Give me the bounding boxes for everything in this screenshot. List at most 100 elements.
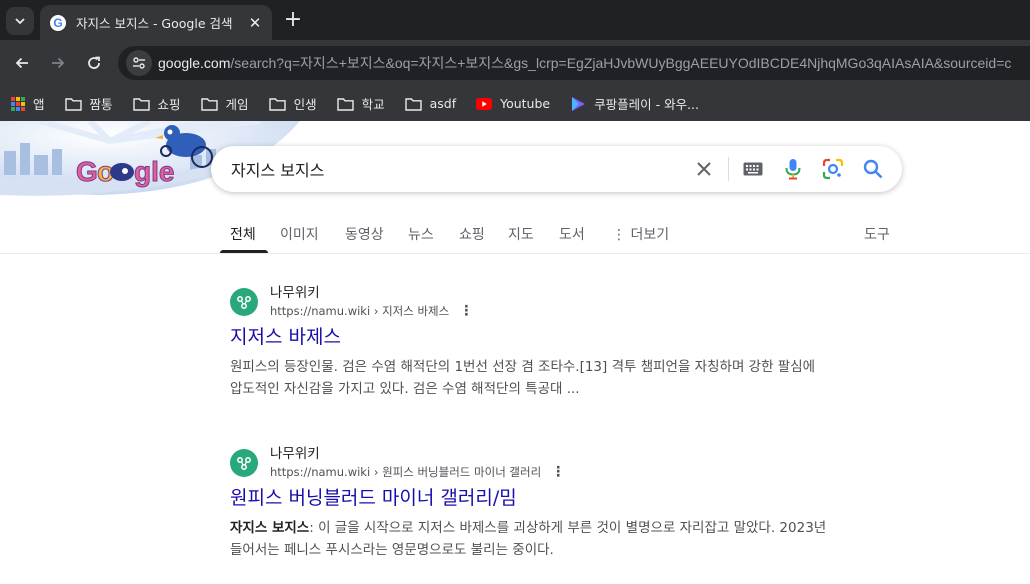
result-url-host: https://namu.wiki [270,304,371,318]
voice-search-button[interactable] [781,157,805,181]
svg-text:G: G [76,156,98,187]
snippet-text: 원피스의 등장인물. 검은 수염 해적단의 1번선 선장 겸 조타수.[13] … [230,359,816,397]
search-box[interactable]: 자지스 보지스 [211,146,902,192]
result-source[interactable]: 나무위키 https://namu.wiki › 지저스 바제스 ⋮ [230,284,830,320]
arrow-right-icon [52,57,65,69]
result-site-name: 나무위키 [270,446,320,462]
browser-tab-strip: G 자지스 보지스 - Google 검색 ✕ + [0,0,1030,40]
forward-button[interactable] [44,49,72,77]
result-url: https://namu.wiki › 원피스 버닝블러드 마이너 갤러리 ⋮ [270,463,565,481]
folder-icon [336,97,354,111]
url-path: /search?q=자지스+보지스&oq=자지스+보지스&gs_lcrp=EgZ… [230,55,1012,71]
folder-icon [64,97,82,111]
result-breadcrumb: › 지저스 바제스 [373,304,450,318]
more-options-icon[interactable]: ⋮ [551,463,565,481]
tab-more-label: 더보기 [630,227,670,243]
more-vert-icon: ⋮ [612,227,626,243]
svg-text:gle: gle [134,156,174,187]
snippet-highlight: 자지스 보지스 [230,520,310,536]
tab-news[interactable]: 뉴스 [408,224,434,244]
tab-shopping[interactable]: 쇼핑 [459,224,485,244]
result-snippet: 원피스의 등장인물. 검은 수염 해적단의 1번선 선장 겸 조타수.[13] … [230,356,830,400]
reload-button[interactable] [80,49,108,77]
search-tabs: 전체 이미지 동영상 뉴스 쇼핑 지도 도서 ⋮ 더보기 도구 [0,214,1030,254]
bookmark-label: 짬통 [89,97,113,112]
virtual-keyboard-button[interactable] [741,157,765,181]
snippet-text: : 이 글을 시작으로 지저스 바제스를 괴상하게 부른 것이 별명으로 자리잡… [230,520,827,558]
bookmark-label: 인생 [293,97,317,112]
google-favicon-icon: G [50,14,66,31]
bookmark-folder[interactable]: 인생 [268,94,317,113]
bookmark-label: 앱 [33,97,45,112]
bookmark-youtube[interactable]: Youtube [476,96,550,111]
tab-all[interactable]: 전체 [230,224,256,244]
browser-tab-active[interactable]: G 자지스 보지스 - Google 검색 ✕ [40,5,272,40]
active-tab-indicator [220,250,268,253]
chevron-down-icon [15,18,25,25]
new-tab-button[interactable]: + [280,7,306,33]
site-info-button[interactable] [126,50,152,76]
url-text: google.com/search?q=자지스+보지스&oq=자지스+보지스&g… [158,53,1011,73]
folder-icon [200,97,218,111]
tab-more[interactable]: ⋮ 더보기 [612,224,669,244]
result-source[interactable]: 나무위키 https://namu.wiki › 원피스 버닝블러드 마이너 갤… [230,445,830,481]
folder-icon [268,97,286,111]
tab-search-button[interactable] [6,7,34,35]
tab-videos[interactable]: 동영상 [345,224,384,244]
result-snippet: 자지스 보지스: 이 글을 시작으로 지저스 바제스를 괴상하게 부른 것이 별… [230,517,830,561]
lens-icon [822,158,844,180]
tab-maps[interactable]: 지도 [508,224,534,244]
result-title-link[interactable]: 원피스 버닝블러드 마이너 갤러리/밈 [230,485,830,511]
bookmark-folder[interactable]: asdf [404,96,457,111]
tab-close-button[interactable]: ✕ [246,14,264,32]
result-url-host: https://namu.wiki [270,465,371,479]
namuwiki-favicon-icon [230,449,258,477]
search-icon [863,159,883,179]
folder-icon [132,97,150,111]
tune-icon [133,57,145,69]
result-breadcrumb: › 원피스 버닝블러드 마이너 갤러리 [373,465,542,479]
result-title-link[interactable]: 지저스 바제스 [230,324,830,350]
image-search-button[interactable] [821,157,845,181]
reload-icon [88,56,100,69]
apps-grid-icon [11,96,25,111]
tab-title: 자지스 보지스 - Google 검색 [76,16,233,31]
result-site-name: 나무위키 [270,285,320,301]
bookmark-label: 게임 [225,97,249,112]
search-box-divider [728,157,729,181]
bookmark-label: Youtube [500,96,551,111]
address-bar[interactable]: google.com/search?q=자지스+보지스&oq=자지스+보지스&g… [118,46,1030,80]
url-host: google.com [158,55,231,71]
namuwiki-favicon-icon [230,288,258,316]
bookmark-folder[interactable]: 학교 [336,94,385,113]
coupang-play-icon [570,96,586,112]
browser-toolbar: google.com/search?q=자지스+보지스&oq=자지스+보지스&g… [0,40,1030,86]
microphone-icon [785,159,801,180]
more-options-icon[interactable]: ⋮ [459,302,473,320]
keyboard-icon [743,162,763,176]
close-icon [697,162,711,176]
tab-images[interactable]: 이미지 [280,224,319,244]
tab-books[interactable]: 도서 [559,224,585,244]
bookmark-apps[interactable]: 앱 [11,94,45,113]
search-submit-button[interactable] [861,157,885,181]
result-url: https://namu.wiki › 지저스 바제스 ⋮ [270,302,473,320]
tools-button[interactable]: 도구 [864,224,890,244]
bookmarks-bar: 앱 짬통 쇼핑 게임 인생 학교 asdf Youtube 쿠팡플레이 - 와우… [0,86,1030,121]
search-input[interactable]: 자지스 보지스 [231,157,324,181]
bookmark-folder[interactable]: 쇼핑 [132,94,181,113]
bookmark-folder[interactable]: 짬통 [64,94,113,113]
arrow-left-icon [15,57,28,69]
search-result: 나무위키 https://namu.wiki › 원피스 버닝블러드 마이너 갤… [230,445,830,561]
clear-search-button[interactable] [692,157,716,181]
bookmark-label: 쿠팡플레이 - 와우... [594,97,699,112]
bookmark-label: 학교 [361,97,385,112]
folder-icon [404,97,422,111]
youtube-icon [476,97,493,110]
bookmark-label: asdf [429,96,457,111]
bookmark-folder[interactable]: 게임 [200,94,249,113]
back-button[interactable] [8,49,36,77]
search-result: 나무위키 https://namu.wiki › 지저스 바제스 ⋮ 지저스 바… [230,284,830,400]
bookmark-coupang-play[interactable]: 쿠팡플레이 - 와우... [570,94,699,113]
bookmark-label: 쇼핑 [157,97,181,112]
